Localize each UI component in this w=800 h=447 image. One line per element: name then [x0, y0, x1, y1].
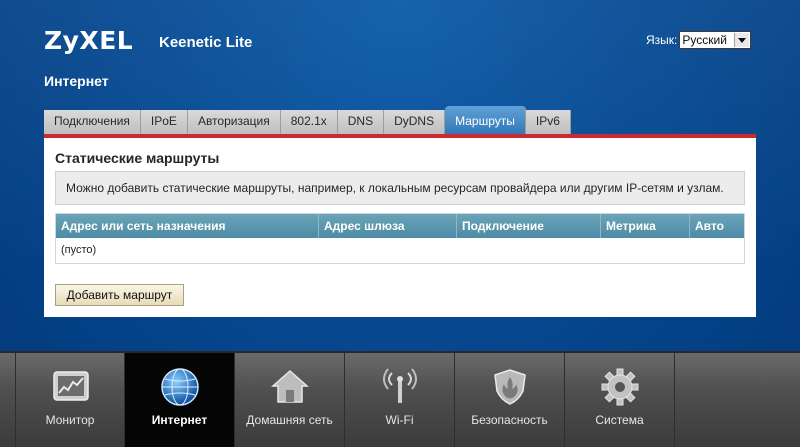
home-icon	[271, 369, 309, 403]
routes-panel: Статические маршруты Можно добавить стат…	[44, 138, 756, 317]
nav-monitor-label: Монитор	[45, 413, 95, 427]
info-box: Можно добавить статические маршруты, нап…	[55, 171, 745, 205]
column-destination[interactable]: Адрес или сеть назначения	[56, 214, 319, 238]
add-route-button[interactable]: Добавить маршрут	[55, 284, 184, 306]
monitor-icon	[53, 371, 89, 401]
nav-home-network-label: Домашняя сеть	[246, 413, 333, 427]
router-admin-page: ZyXEL Keenetic Lite Язык: Русский Интерн…	[0, 0, 800, 447]
shield-icon	[494, 369, 526, 405]
tab-dns[interactable]: DNS	[337, 110, 385, 134]
nav-security-label: Безопасность	[471, 413, 548, 427]
language-select[interactable]: Русский	[679, 31, 752, 49]
nav-home-network[interactable]: Домашняя сеть	[235, 353, 345, 447]
tab-ipv6[interactable]: IPv6	[525, 110, 571, 134]
nav-system[interactable]: Система	[565, 353, 675, 447]
nav-security[interactable]: Безопасность	[455, 353, 565, 447]
gear-icon	[601, 368, 639, 406]
panel-title: Статические маршруты	[55, 150, 220, 166]
page-title: Интернет	[44, 73, 109, 89]
language-value: Русский	[682, 33, 727, 47]
nav-internet-label: Интернет	[151, 413, 208, 427]
nav-wifi-label: Wi-Fi	[385, 413, 414, 427]
bottom-nav: Монитор Интернет Домашняя сеть Wi-Fi Без…	[0, 351, 800, 447]
model-name: Keenetic Lite	[159, 34, 253, 51]
tab-dydns[interactable]: DyDNS	[384, 110, 446, 134]
tab-bar: Подключения IPoE Авторизация 802.1x DNS …	[44, 106, 571, 134]
tab-connections[interactable]: Подключения	[44, 110, 141, 134]
nav-internet[interactable]: Интернет	[125, 353, 235, 447]
column-connection[interactable]: Подключение	[457, 214, 601, 238]
nav-wifi[interactable]: Wi-Fi	[345, 353, 455, 447]
tab-8021x[interactable]: 802.1x	[280, 110, 338, 134]
routes-table: Адрес или сеть назначения Адрес шлюза По…	[55, 213, 745, 264]
tab-authorization[interactable]: Авторизация	[187, 110, 281, 134]
tab-routes[interactable]: Маршруты	[445, 106, 526, 134]
wifi-icon	[383, 368, 417, 403]
table-header: Адрес или сеть назначения Адрес шлюза По…	[56, 214, 744, 238]
column-auto[interactable]: Авто	[690, 214, 744, 238]
column-gateway[interactable]: Адрес шлюза	[319, 214, 457, 238]
chevron-down-icon[interactable]	[734, 33, 750, 47]
globe-icon	[161, 368, 199, 406]
tab-ipoe[interactable]: IPoE	[140, 110, 188, 134]
nav-monitor[interactable]: Монитор	[15, 353, 125, 447]
table-empty-row: (пусто)	[61, 244, 97, 256]
zyxel-logo: ZyXEL	[44, 26, 134, 55]
column-metric[interactable]: Метрика	[601, 214, 690, 238]
language-label: Язык:	[646, 33, 678, 47]
language-selector: Язык: Русский	[646, 31, 752, 49]
nav-system-label: Система	[595, 413, 644, 427]
